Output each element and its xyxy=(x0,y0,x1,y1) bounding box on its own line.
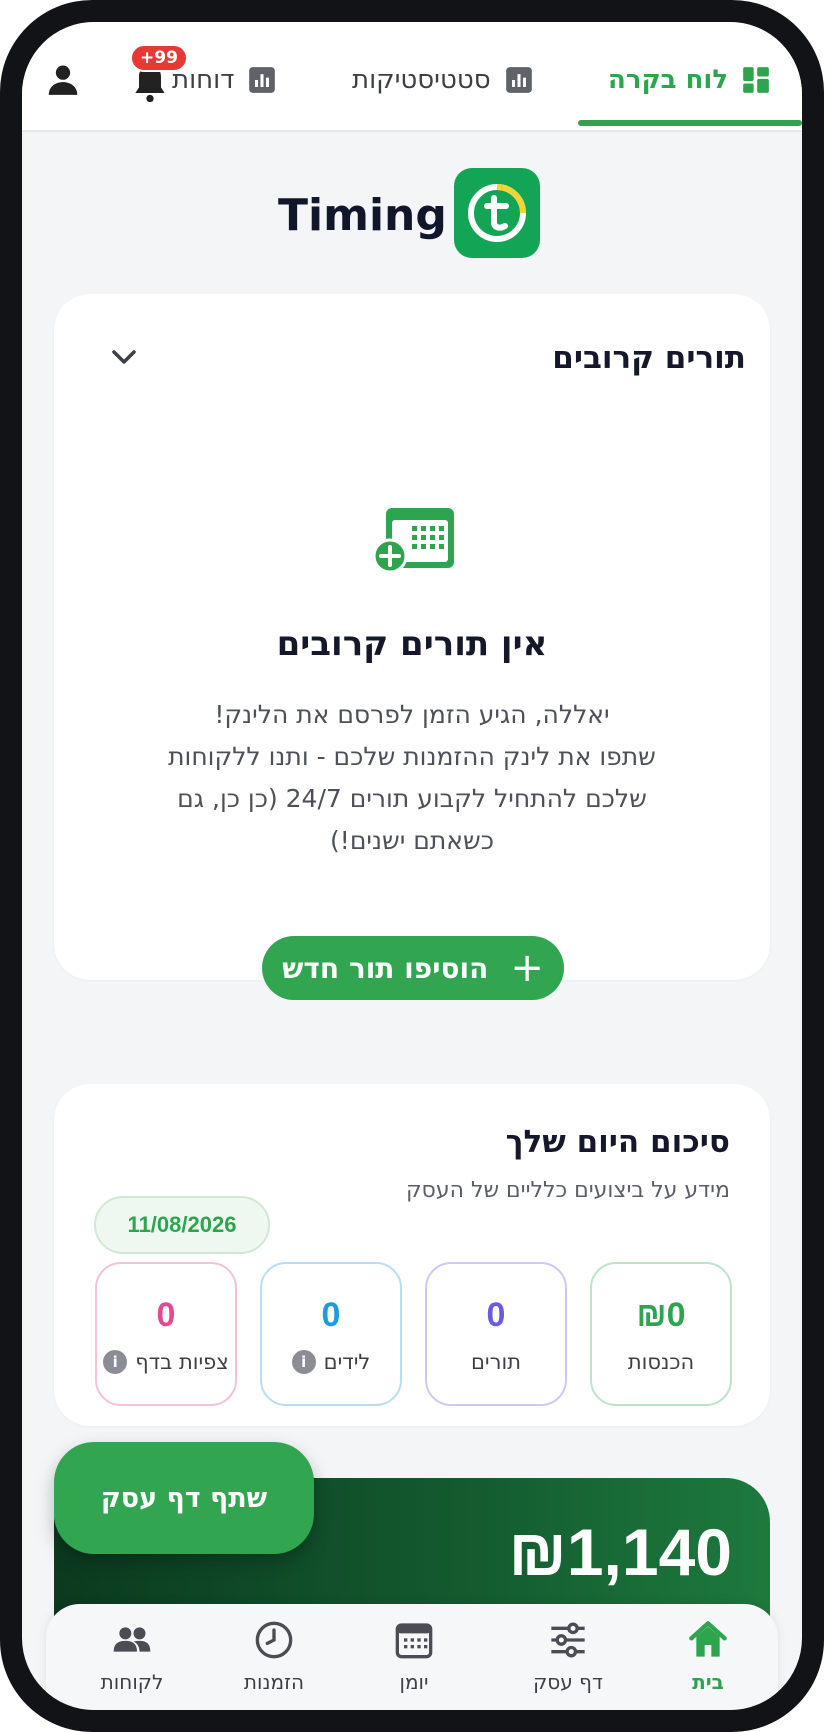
stat-label: תורים xyxy=(471,1350,522,1374)
app-logo-text: Timing xyxy=(278,190,447,241)
nav-item-business-page[interactable]: דף עסק xyxy=(498,1604,638,1710)
stat-tile-revenue: ₪0 הכנסות xyxy=(590,1262,732,1406)
date-badge[interactable]: 11/08/2026 xyxy=(94,1196,270,1254)
empty-state-line: שתפו את לינק ההזמנות שלכם - ותנו ללקוחות xyxy=(168,742,656,771)
promo-amount: ₪1,140 xyxy=(508,1515,733,1589)
tab-label: דוחות xyxy=(172,65,235,95)
bar-chart-icon xyxy=(249,67,276,93)
stat-value: ₪0 xyxy=(636,1296,686,1334)
card-title: תורים קרובים xyxy=(552,340,746,376)
nav-item-orders[interactable]: הזמנות xyxy=(204,1604,344,1710)
summary-title: סיכום היום שלך xyxy=(505,1124,730,1160)
tab-label: סטטיסטיקות xyxy=(352,65,491,95)
timing-logo-icon xyxy=(454,168,540,258)
stat-label: צפיות בדף xyxy=(135,1350,229,1374)
stat-label: לידים xyxy=(323,1350,371,1374)
plus-icon: + xyxy=(510,945,544,991)
app-screen: +99 דוחות סטטיסטיקות לוח בקרה Timing תור… xyxy=(22,22,802,1710)
info-icon[interactable]: i xyxy=(103,1350,128,1374)
top-bar: +99 דוחות סטטיסטיקות לוח בקרה xyxy=(22,22,802,132)
nav-label: לקוחות xyxy=(100,1670,164,1694)
stat-tile-leads: 0 לידים i xyxy=(260,1262,402,1406)
empty-state-body: יאללה, הגיע הזמן לפרסם את הלינק! שתפו את… xyxy=(114,694,710,862)
tab-reports[interactable]: דוחות xyxy=(172,60,276,100)
nav-item-home[interactable]: בית xyxy=(638,1604,778,1710)
bar-chart-icon xyxy=(505,67,532,93)
calendar-icon xyxy=(395,1623,433,1659)
dashboard-icon xyxy=(743,67,769,93)
add-appointment-label: הוסיפו תור חדש xyxy=(282,951,489,985)
tab-dashboard[interactable]: לוח בקרה xyxy=(608,60,770,100)
stat-value: 0 xyxy=(321,1296,341,1334)
phone-frame: +99 דוחות סטטיסטיקות לוח בקרה Timing תור… xyxy=(0,0,824,1732)
stat-tile-appointments: 0 תורים xyxy=(425,1262,567,1406)
share-business-page-button[interactable]: שתף דף עסק xyxy=(54,1442,314,1554)
nav-label: דף עסק xyxy=(533,1670,603,1694)
home-icon xyxy=(689,1621,727,1657)
tab-statistics[interactable]: סטטיסטיקות xyxy=(352,60,533,100)
nav-item-calendar[interactable]: יומן xyxy=(344,1604,484,1710)
stat-value: 0 xyxy=(156,1296,176,1334)
tab-label: לוח בקרה xyxy=(608,65,729,95)
bottom-navigation: בית דף עסק יומן הזמנות לקוחות xyxy=(46,1604,778,1710)
empty-state-line: שלכם להתחיל לקבוע תורים 24/7 (כן כן, גם xyxy=(177,784,647,813)
add-appointment-button[interactable]: + הוסיפו תור חדש xyxy=(262,936,564,1000)
summary-subtitle: מידע על ביצועים כלליים של העסק xyxy=(405,1178,730,1203)
upcoming-appointments-card: תורים קרובים אין תורים קרובים יאללה, הגי… xyxy=(54,294,770,1000)
calendar-add-icon xyxy=(372,508,454,574)
users-icon xyxy=(113,1627,151,1652)
stat-label-row: תורים xyxy=(427,1350,565,1374)
stat-value: 0 xyxy=(486,1296,506,1334)
info-icon[interactable]: i xyxy=(291,1350,316,1374)
active-tab-indicator xyxy=(578,120,802,126)
user-icon[interactable] xyxy=(44,60,82,98)
nav-item-customers[interactable]: לקוחות xyxy=(62,1604,202,1710)
empty-state-line: כשאתם ישנים!) xyxy=(330,826,494,855)
stat-label-row: לידים i xyxy=(262,1350,400,1374)
sliders-icon xyxy=(551,1622,585,1658)
clock-icon xyxy=(255,1621,293,1659)
stat-label: הכנסות xyxy=(627,1350,695,1374)
nav-label: בית xyxy=(692,1670,724,1694)
stat-label-row: צפיות בדף i xyxy=(97,1350,235,1374)
stat-label-row: הכנסות xyxy=(592,1350,730,1374)
nav-label: יומן xyxy=(399,1670,429,1694)
chevron-down-icon[interactable] xyxy=(110,346,138,368)
empty-state-line: יאללה, הגיע הזמן לפרסם את הלינק! xyxy=(214,700,610,729)
nav-label: הזמנות xyxy=(243,1670,305,1694)
stat-tile-page-views: 0 צפיות בדף i xyxy=(95,1262,237,1406)
empty-state-title: אין תורים קרובים xyxy=(276,624,548,664)
